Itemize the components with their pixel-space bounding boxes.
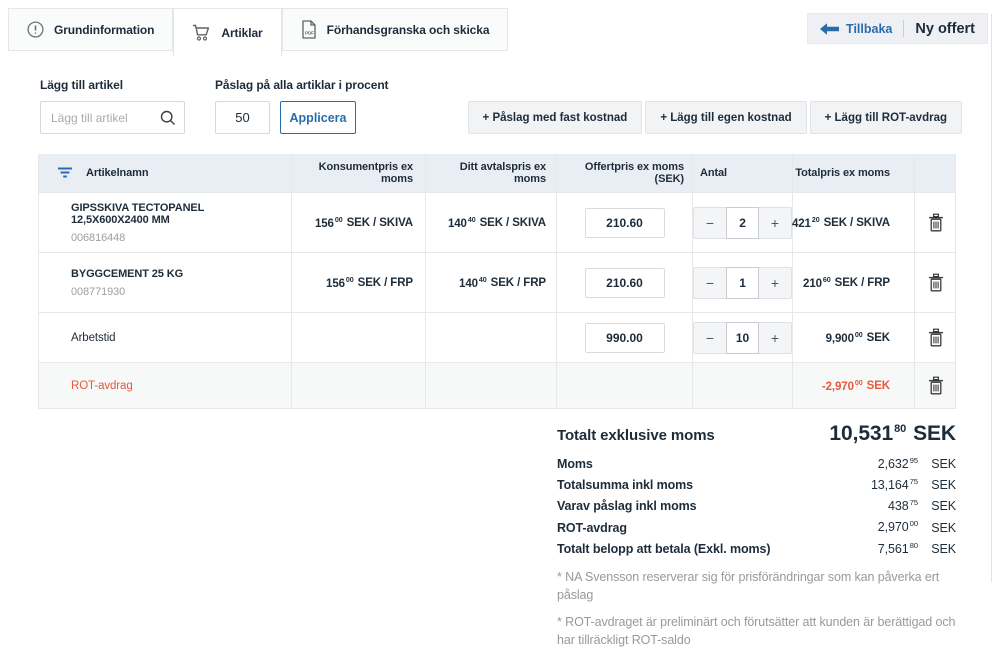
add-fixed-cost-button[interactable]: + Påslag med fast kostnad <box>468 101 643 134</box>
total-price: 9,90000SEK <box>826 331 890 345</box>
summary-line-totalsumma: Totalsumma inkl moms 13,16475 SEK <box>557 473 956 494</box>
table-row-gipsskiva: GIPSSKIVA TECTOPANEL 12,5X600X2400 MM 00… <box>39 192 955 252</box>
filter-icon[interactable] <box>57 167 73 179</box>
summary-total-label: Totalt exklusive moms <box>557 427 715 444</box>
cost-action-buttons: + Påslag med fast kostnad + Lägg till eg… <box>468 101 962 134</box>
qty-value[interactable]: 10 <box>726 322 759 354</box>
qty-value[interactable]: 2 <box>726 207 759 239</box>
markup-input[interactable] <box>215 101 270 134</box>
articles-table: Artikelnamn Konsumentpris ex moms Ditt a… <box>38 154 956 409</box>
totals-summary: Totalt exklusive moms 10,53180SEK Moms 2… <box>557 422 956 649</box>
delete-button[interactable] <box>923 324 949 352</box>
qty-increment-button[interactable]: + <box>759 207 792 239</box>
trash-icon <box>927 376 945 396</box>
col-avtalspris: Ditt avtalspris ex moms <box>425 154 556 192</box>
tab-label: Förhandsgranska och skicka <box>327 23 490 37</box>
col-offertpris: Offertpris ex moms (SEK) <box>556 154 692 192</box>
add-article-label: Lägg till artikel <box>40 78 185 92</box>
article-sku: 006816448 <box>71 232 125 244</box>
table-header: Artikelnamn Konsumentpris ex moms Ditt a… <box>39 154 955 192</box>
summary-line-rot: ROT-avdrag 2,97000 SEK <box>557 515 956 536</box>
col-totalpris: Totalpris ex moms <box>792 154 914 192</box>
article-name: ROT-avdrag <box>71 380 133 392</box>
qty-increment-button[interactable]: + <box>759 322 792 354</box>
tab-label: Artiklar <box>221 26 262 40</box>
contract-price: 14040SEK / FRP <box>459 276 546 290</box>
tab-label: Grundinformation <box>54 23 154 37</box>
table-row-rot-avdrag: ROT-avdrag -2,97000SEK <box>39 362 955 408</box>
article-name: BYGGCEMENT 25 KG <box>71 268 183 280</box>
quantity-stepper: − 10 + <box>693 322 792 354</box>
qty-decrement-button[interactable]: − <box>693 322 726 354</box>
total-price: 42120SEK / SKIVA <box>792 216 890 230</box>
new-offert-button[interactable]: Ny offert <box>915 21 975 37</box>
consumer-price: 15600SEK / FRP <box>326 276 413 290</box>
scrollbar-track[interactable] <box>991 14 992 582</box>
delete-button[interactable] <box>923 269 949 297</box>
qty-value[interactable]: 1 <box>726 267 759 299</box>
markup-label: Påslag på alla artiklar i procent <box>215 78 388 92</box>
qty-increment-button[interactable]: + <box>759 267 792 299</box>
search-icon[interactable] <box>160 110 176 126</box>
consumer-price: 15600SEK / SKIVA <box>315 216 413 230</box>
quantity-stepper: − 1 + <box>693 267 792 299</box>
offer-price-input[interactable] <box>585 323 665 353</box>
tab-forhandsgranska[interactable]: PDF Förhandsgranska och skicka <box>282 8 509 51</box>
summary-total-value: 10,53180SEK <box>829 422 956 446</box>
delete-button[interactable] <box>923 372 949 400</box>
footnote-rot: * ROT-avdraget är preliminärt och föruts… <box>557 613 956 649</box>
quantity-stepper: − 2 + <box>693 207 792 239</box>
total-price: -2,97000SEK <box>822 379 890 393</box>
col-artikelnamn: Artikelnamn <box>39 154 291 192</box>
add-article-group: Lägg till artikel <box>40 78 185 134</box>
footnote-price-change: * NA Svensson reserverar sig för prisför… <box>557 568 956 604</box>
markup-group: Påslag på alla artiklar i procent Applic… <box>215 78 388 134</box>
header-actions: Tillbaka Ny offert <box>807 13 988 44</box>
delete-button[interactable] <box>923 209 949 237</box>
summary-line-att-betala: Totalt belopp att betala (Exkl. moms) 7,… <box>557 537 956 558</box>
back-label: Tillbaka <box>846 22 892 36</box>
trash-icon <box>927 328 945 348</box>
offer-price-input[interactable] <box>585 268 665 298</box>
trash-icon <box>927 273 945 293</box>
pdf-file-icon: PDF <box>301 20 317 39</box>
qty-decrement-button[interactable]: − <box>693 207 726 239</box>
table-row-arbetstid: Arbetstid − 10 + 9,90000SEK <box>39 312 955 362</box>
alert-circle-icon <box>27 21 44 38</box>
article-sku: 008771930 <box>71 286 125 298</box>
apply-button[interactable]: Applicera <box>280 101 356 134</box>
total-price: 21060SEK / FRP <box>803 276 890 290</box>
contract-price: 14040SEK / SKIVA <box>448 216 546 230</box>
qty-decrement-button[interactable]: − <box>693 267 726 299</box>
add-rot-button[interactable]: + Lägg till ROT-avdrag <box>810 101 962 134</box>
summary-line-paslag: Varav påslag inkl moms 43875 SEK <box>557 494 956 515</box>
article-name: GIPSSKIVA TECTOPANEL 12,5X600X2400 MM <box>71 202 283 226</box>
arrow-left-icon <box>820 23 839 35</box>
col-antal: Antal <box>692 154 792 192</box>
footnotes: * NA Svensson reserverar sig för prisför… <box>557 568 956 649</box>
trash-icon <box>927 213 945 233</box>
tab-artiklar[interactable]: Artiklar <box>173 8 281 56</box>
add-own-cost-button[interactable]: + Lägg till egen kostnad <box>645 101 806 134</box>
table-row-byggcement: BYGGCEMENT 25 KG 008771930 15600SEK / FR… <box>39 252 955 312</box>
cart-icon <box>192 24 211 41</box>
summary-line-moms: Moms 2,63295 SEK <box>557 452 956 473</box>
col-actions <box>914 154 957 192</box>
divider <box>903 20 904 37</box>
article-name: Arbetstid <box>71 332 115 344</box>
offer-price-input[interactable] <box>585 208 665 238</box>
svg-text:PDF: PDF <box>305 31 314 36</box>
back-button[interactable]: Tillbaka <box>820 22 892 36</box>
tab-grundinformation[interactable]: Grundinformation <box>8 8 173 51</box>
articles-toolbar: Lägg till artikel Påslag på alla artikla… <box>40 78 962 134</box>
col-konsumentpris: Konsumentpris ex moms <box>291 154 425 192</box>
